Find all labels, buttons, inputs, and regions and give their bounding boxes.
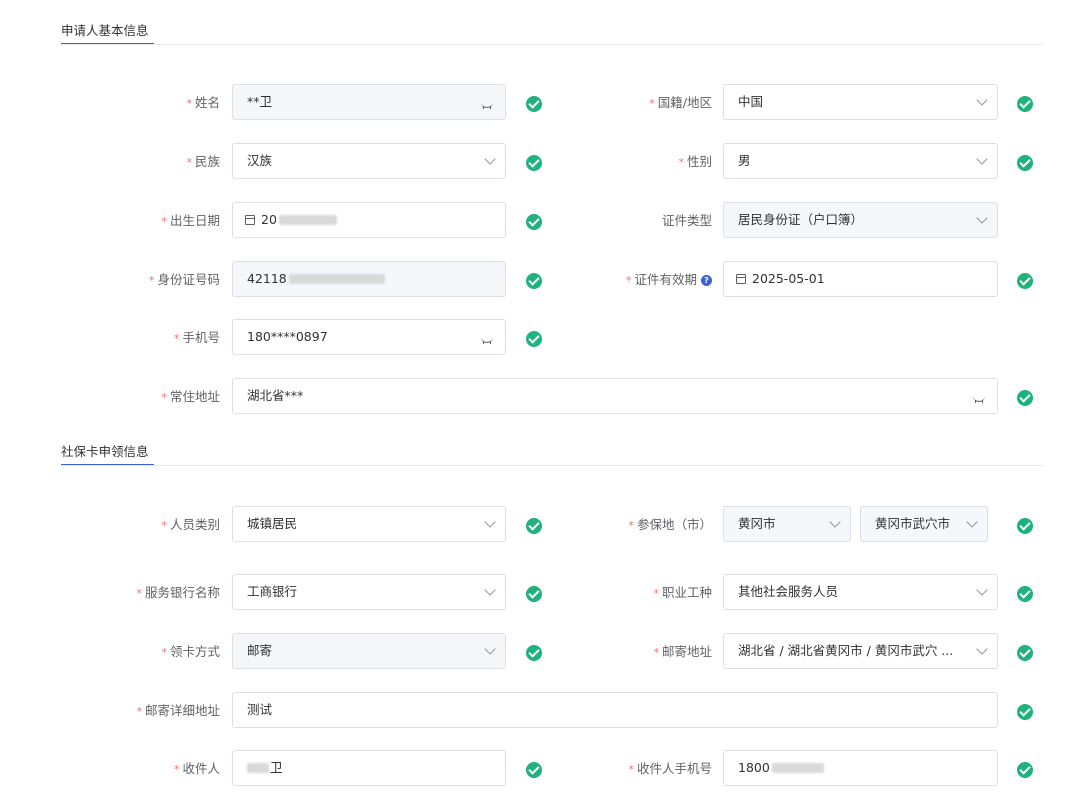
label-mail-detail: * 邮寄详细地址: [136, 703, 220, 718]
check-icon: [526, 214, 542, 230]
label-recipient-phone: * 收件人手机号: [628, 761, 712, 776]
birthdate-picker[interactable]: 20: [232, 202, 506, 238]
nationality-select[interactable]: 中国: [723, 84, 998, 120]
mail-detail-input[interactable]: 测试: [232, 692, 998, 728]
person-type-select[interactable]: 城镇居民: [232, 506, 506, 542]
label-recipient: * 收件人: [173, 761, 220, 776]
chevron-down-icon: [976, 584, 988, 596]
check-icon: [526, 331, 542, 347]
redacted-blur: [278, 215, 337, 225]
label-pickup: * 领卡方式: [161, 644, 220, 659]
label-phone: * 手机号: [173, 330, 220, 345]
chevron-down-icon: [484, 516, 496, 528]
check-icon: [1017, 645, 1033, 661]
check-icon: [1017, 586, 1033, 602]
pickup-select[interactable]: 邮寄: [232, 633, 506, 669]
check-icon: [1017, 390, 1033, 406]
id-type-select[interactable]: 居民身份证（户口簿）: [723, 202, 998, 238]
calendar-icon: [245, 215, 255, 225]
check-icon: [1017, 762, 1033, 778]
check-icon: [526, 155, 542, 171]
chevron-down-icon: [829, 516, 841, 528]
label-nationality: * 国籍/地区: [649, 95, 712, 110]
bank-select[interactable]: 工商银行: [232, 574, 506, 610]
chevron-down-icon: [484, 643, 496, 655]
check-icon: [526, 273, 542, 289]
label-address: * 常住地址: [161, 389, 220, 404]
occupation-select[interactable]: 其他社会服务人员: [723, 574, 998, 610]
check-icon: [1017, 155, 1033, 171]
chevron-down-icon: [976, 153, 988, 165]
section-title-applicant: 申请人基本信息: [61, 23, 149, 38]
label-name: * 姓名: [186, 95, 220, 110]
phone-input[interactable]: 180****0897: [232, 319, 506, 355]
check-icon: [526, 645, 542, 661]
label-insured-place: * 参保地（市）: [628, 517, 712, 532]
check-icon: [1017, 704, 1033, 720]
help-icon[interactable]: ?: [701, 275, 712, 286]
recipient-phone-input[interactable]: 1800: [723, 750, 998, 786]
id-number-input[interactable]: 42118: [232, 261, 506, 297]
eye-closed-icon[interactable]: [481, 337, 493, 344]
section-divider: [61, 465, 1044, 466]
label-ethnicity: * 民族: [186, 154, 220, 169]
label-mail-address: * 邮寄地址: [653, 644, 712, 659]
address-input[interactable]: 湖北省***: [232, 378, 998, 414]
chevron-down-icon: [484, 153, 496, 165]
check-icon: [526, 586, 542, 602]
redacted-blur: [247, 763, 269, 773]
check-icon: [1017, 273, 1033, 289]
gender-select[interactable]: 男: [723, 143, 998, 179]
mail-address-cascader[interactable]: 湖北省 / 湖北省黄冈市 / 黄冈市武穴 ...: [723, 633, 998, 669]
chevron-down-icon: [976, 643, 988, 655]
label-gender: * 性别: [678, 154, 712, 169]
label-occupation: * 职业工种: [653, 585, 712, 600]
check-icon: [526, 762, 542, 778]
check-icon: [1017, 518, 1033, 534]
ethnicity-select[interactable]: 汉族: [232, 143, 506, 179]
label-id-type: 证件类型: [661, 213, 712, 228]
calendar-icon: [736, 274, 746, 284]
check-icon: [526, 518, 542, 534]
label-bank: * 服务银行名称: [136, 585, 220, 600]
chevron-down-icon: [976, 212, 988, 224]
check-icon: [1017, 96, 1033, 112]
id-validity-picker[interactable]: 2025-05-01: [723, 261, 998, 297]
redacted-blur: [288, 274, 385, 284]
insured-district-select[interactable]: 黄冈市武穴市: [860, 506, 988, 542]
eye-closed-icon[interactable]: [973, 396, 985, 403]
check-icon: [526, 96, 542, 112]
label-id-number: * 身份证号码: [148, 272, 220, 287]
label-birthdate: * 出生日期: [161, 213, 220, 228]
chevron-down-icon: [976, 94, 988, 106]
insured-city-select[interactable]: 黄冈市: [723, 506, 851, 542]
redacted-blur: [771, 763, 824, 773]
chevron-down-icon: [484, 584, 496, 596]
name-input[interactable]: **卫: [232, 84, 506, 120]
section-title-card: 社保卡申领信息: [61, 444, 149, 459]
label-person-type: * 人员类别: [161, 517, 220, 532]
section-divider: [61, 44, 1044, 45]
label-id-validity: * 证件有效期?: [552, 270, 712, 290]
eye-closed-icon[interactable]: [481, 102, 493, 109]
recipient-input[interactable]: 卫: [232, 750, 506, 786]
chevron-down-icon: [966, 516, 978, 528]
